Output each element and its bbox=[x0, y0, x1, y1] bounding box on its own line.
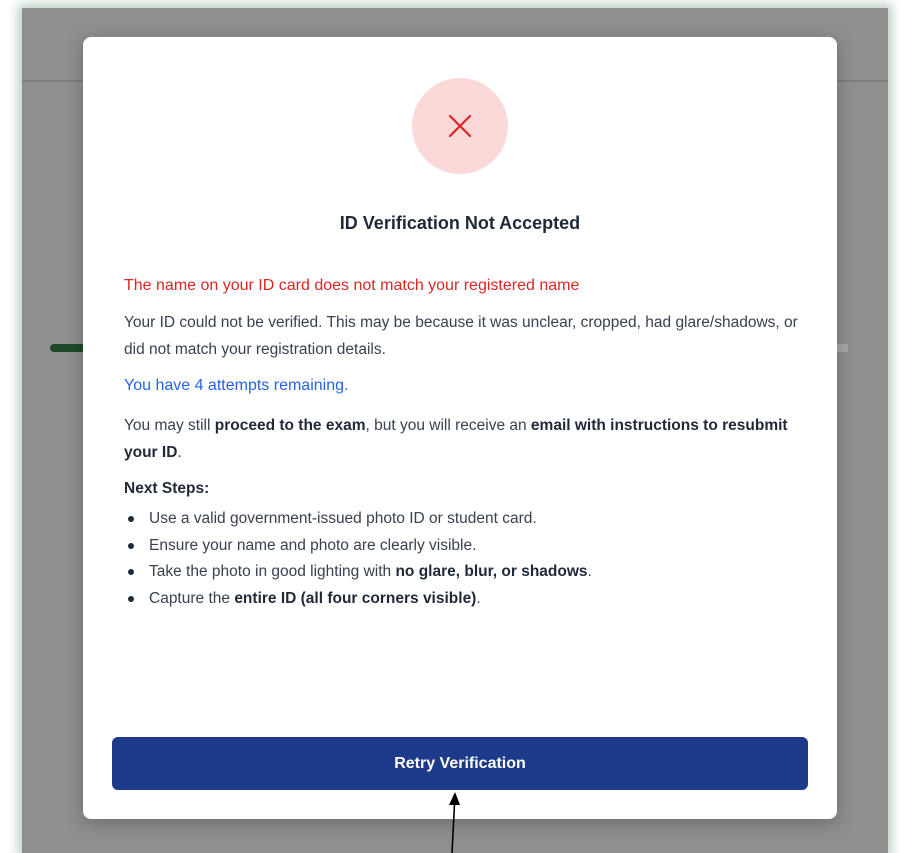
step-emphasis: no glare, blur, or shadows bbox=[395, 563, 588, 580]
step-text: Ensure your name and photo are clearly v… bbox=[149, 536, 477, 554]
bullet-icon bbox=[128, 595, 134, 602]
step-text: . bbox=[476, 589, 481, 607]
list-item: Use a valid government-issued photo ID o… bbox=[124, 506, 804, 533]
annotation-arrow-icon bbox=[449, 792, 460, 853]
bullet-icon bbox=[128, 542, 134, 549]
screen: ID Verification Not Accepted The name on… bbox=[0, 0, 909, 853]
proceed-notice-text: , but you will receive an bbox=[365, 417, 531, 434]
retry-verification-button[interactable]: Retry Verification bbox=[112, 737, 808, 790]
status-icon-circle bbox=[412, 78, 508, 174]
step-text: Take the photo in good lighting with bbox=[149, 563, 396, 580]
step-text: Capture the bbox=[149, 589, 235, 607]
bullet-icon bbox=[128, 569, 134, 575]
modal-title: ID Verification Not Accepted bbox=[339, 213, 581, 233]
attempts-remaining: You have 4 attempts remaining. bbox=[124, 377, 349, 394]
step-text: Use a valid government-issued photo ID o… bbox=[149, 510, 537, 527]
close-icon bbox=[448, 114, 472, 138]
error-message: The name on your ID card does not match … bbox=[124, 277, 580, 294]
step-text: . bbox=[587, 563, 592, 580]
verification-description: Your ID could not be verified. This may … bbox=[124, 314, 798, 358]
verification-result-modal: ID Verification Not Accepted The name on… bbox=[83, 37, 837, 819]
proceed-notice-emphasis: proceed to the exam bbox=[214, 417, 366, 434]
list-item: Capture the entire ID (all four corners … bbox=[124, 586, 804, 613]
next-steps-list: Use a valid government-issued photo ID o… bbox=[124, 506, 804, 612]
background-progress-bar bbox=[50, 344, 86, 352]
modal-content: The name on your ID card does not match … bbox=[124, 277, 804, 612]
step-emphasis: entire ID (all four corners visible) bbox=[234, 589, 477, 607]
proceed-notice: You may still proceed to the exam, but y… bbox=[124, 412, 804, 466]
list-item: Ensure your name and photo are clearly v… bbox=[124, 533, 804, 560]
next-steps-heading: Next Steps: bbox=[124, 480, 210, 497]
bullet-icon bbox=[128, 516, 134, 522]
proceed-notice-text: . bbox=[177, 444, 182, 461]
proceed-notice-text: You may still bbox=[124, 417, 215, 434]
list-item: Take the photo in good lighting with no … bbox=[124, 559, 804, 586]
